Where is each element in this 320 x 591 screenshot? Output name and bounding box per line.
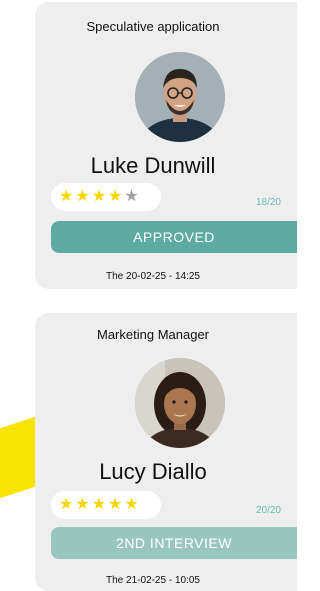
job-title: Speculative application xyxy=(86,19,220,34)
timestamp: The 20-02-25 - 14:25 xyxy=(106,271,200,282)
candidate-name: Luke Dunwill xyxy=(90,153,216,178)
avatar xyxy=(135,358,225,448)
avatar xyxy=(135,52,225,142)
candidate-name: Lucy Diallo xyxy=(99,459,207,484)
timestamp: The 21-02-25 - 10:05 xyxy=(106,575,200,586)
star-rating: ★ ★ ★ ★ ★ xyxy=(51,491,161,519)
star-icon: ★ xyxy=(91,496,107,513)
star-empty-icon: ★ xyxy=(124,188,139,205)
person-photo-icon xyxy=(135,52,225,142)
star-icon: ★ xyxy=(75,496,90,513)
status-button[interactable]: 2ND INTERVIEW xyxy=(51,527,297,559)
candidate-card[interactable]: Speculative application Luke Dunwill ★ ★… xyxy=(35,2,297,289)
star-icon: ★ xyxy=(59,496,74,513)
star-icon: ★ xyxy=(124,496,139,513)
status-button[interactable]: APPROVED xyxy=(51,221,297,253)
person-photo-icon xyxy=(135,358,225,448)
star-icon: ★ xyxy=(108,188,123,205)
star-rating: ★ ★ ★ ★ ★ xyxy=(51,183,161,211)
star-icon: ★ xyxy=(91,188,107,205)
job-title: Marketing Manager xyxy=(97,327,209,342)
candidate-card[interactable]: Marketing Manager Lucy Diallo ★ ★ ★ ★ ★ … xyxy=(35,313,297,591)
score: 20/20 xyxy=(255,505,281,516)
score: 18/20 xyxy=(255,197,281,208)
star-icon: ★ xyxy=(108,496,123,513)
star-icon: ★ xyxy=(59,188,74,205)
star-icon: ★ xyxy=(75,188,90,205)
